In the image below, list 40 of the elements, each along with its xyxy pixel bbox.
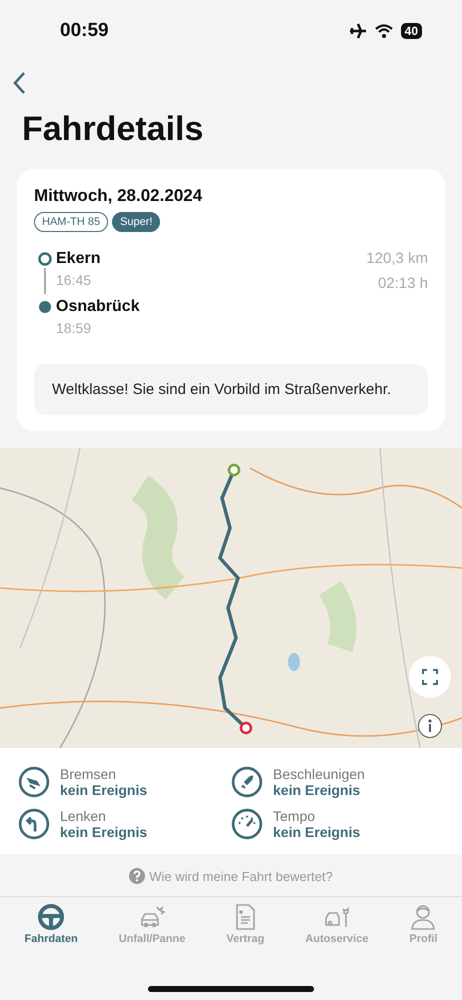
stop-time: 16:45 xyxy=(56,272,92,288)
event-label: Lenken xyxy=(60,808,107,824)
route-line xyxy=(44,268,46,294)
stop-time: 18:59 xyxy=(56,320,92,336)
rating-badge: Super! xyxy=(112,212,160,232)
event-value: kein Ereignis xyxy=(273,782,362,798)
back-icon xyxy=(12,71,26,95)
airplane-icon xyxy=(348,23,367,39)
help-link[interactable]: Wie wird meine Fahrt bewertet? xyxy=(129,868,333,884)
plate-tag: HAM-TH 85 xyxy=(34,212,108,232)
feedback-message: Weltklasse! Sie sind ein Vorbild im Straßenverkehr. xyxy=(34,364,428,415)
event-label: Beschleunigen xyxy=(273,766,365,782)
tab-item[interactable]: Fahrdaten xyxy=(20,903,82,959)
tab-item[interactable]: Vertrag xyxy=(222,903,268,959)
event-label: Bremsen xyxy=(60,766,118,782)
end-marker-icon xyxy=(38,300,52,314)
tab-item[interactable]: Unfall/Panne xyxy=(114,903,190,959)
person-icon xyxy=(409,903,438,931)
event-value: kein Ereignis xyxy=(60,782,148,798)
tab-item[interactable]: Profil xyxy=(405,903,442,959)
status-time: 00:59 xyxy=(60,20,109,42)
trip-duration: 02:13 h xyxy=(378,275,428,292)
event-value: kein Ereignis xyxy=(60,824,148,840)
trip-date: Mittwoch, 28.02.2024 xyxy=(34,186,204,206)
steering-wheel-icon xyxy=(37,903,66,931)
speed-icon xyxy=(231,808,263,840)
stop-place: Ekern xyxy=(56,250,102,268)
event-label: Tempo xyxy=(273,808,316,824)
tab-item[interactable]: Autoservice xyxy=(301,903,372,959)
steer-icon xyxy=(18,808,50,840)
accelerate-icon xyxy=(231,766,263,798)
wifi-icon xyxy=(374,24,393,38)
page-title: Fahrdetails xyxy=(22,110,204,149)
event-value: kein Ereignis xyxy=(273,824,360,840)
fullscreen-icon xyxy=(422,669,438,685)
battery-level: 40 xyxy=(400,23,422,39)
stop-place: Osnabrück xyxy=(56,298,140,316)
trip-distance: 120,3 km xyxy=(366,250,428,267)
start-marker-icon xyxy=(38,252,52,266)
help-icon xyxy=(129,868,146,884)
